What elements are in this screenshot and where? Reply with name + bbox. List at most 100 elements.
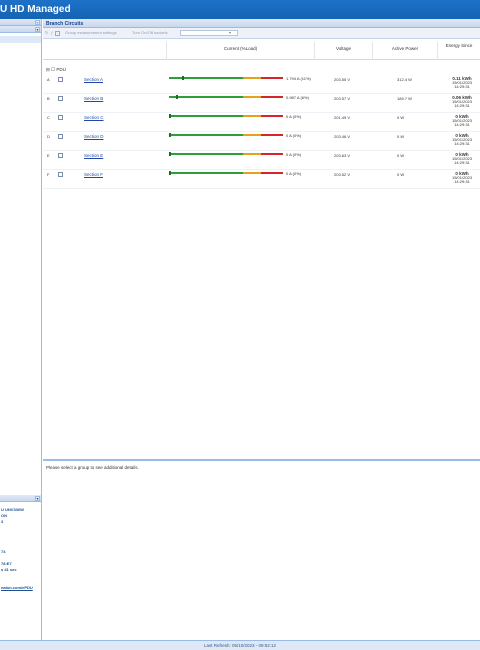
energy-cell: 0 kWh 15/01/2023 14:29:31 [447,152,477,165]
voltage-value: 203.55 V [334,77,351,82]
group-label: PDU [56,67,66,72]
col-voltage[interactable]: Voltage [314,42,372,60]
info-mac: 78:E7 [1,561,12,566]
load-marker [176,95,178,99]
load-bar [169,114,283,118]
group-row-pdu[interactable]: ⊟ ☐ PDU [46,67,66,73]
collapse-icon[interactable]: « [35,20,40,25]
col-active-power[interactable]: Active Power [372,42,437,60]
info-model: U UNV336W [1,507,24,512]
energy-time: 14:29:31 [454,122,470,127]
turn-on-off-sockets-button[interactable]: Turn On/Off sockets [132,30,168,35]
load-marker [169,152,171,156]
load-marker [169,114,171,118]
load-bar [169,152,283,156]
load-bar-segment [243,134,261,136]
branch-circuits-grid: Current (%Load) Voltage Active Power Ene… [43,40,480,460]
details-message: Please select a group to see additional … [46,465,139,470]
col-energy-since[interactable]: Energy Since [437,42,480,60]
power-value: 0 W [397,115,405,120]
row-checkbox[interactable] [58,172,63,177]
voltage-value: 201.49 V [334,115,351,120]
load-bar-segment [261,134,283,136]
row-index: A [47,77,50,82]
load-bar-segment [243,153,261,155]
row-index: F [47,172,50,177]
table-row[interactable]: D Section D 0 A (0%) 203.46 V 0 W 0 kWh 15/01/… [43,132,480,151]
row-checkbox[interactable] [58,77,63,82]
info-link[interactable]: eaton.com/ePDU [1,585,33,590]
energy-time: 14:29:31 [454,103,470,108]
select-all-checkbox[interactable] [55,31,60,36]
section-link[interactable]: Section F [84,172,103,177]
filter-icon[interactable]: ƒ [51,30,53,35]
row-checkbox[interactable] [58,134,63,139]
status-bar: Last Refresh: 05/10/2023 - 09:52:12 [0,640,480,650]
app-header: U HD Managed [0,0,480,19]
voltage-value: 203.63 V [334,153,351,158]
energy-time: 14:29:31 [454,84,470,89]
section-link[interactable]: Section D [84,134,104,139]
collapse-group-icon[interactable]: ⊟ ☐ [46,67,56,72]
device-tree[interactable] [0,33,41,513]
load-bar [169,95,283,99]
power-value: 312.4 W [397,77,412,82]
info-uptime: s 41 sec [1,567,17,572]
last-refresh-text: Last Refresh: 05/10/2023 - 09:52:12 [203,643,277,648]
group-measurement-settings-button[interactable]: Group measurement settings [65,30,117,35]
branch-circuits-panel: Branch Circuits ↻ ƒ Group measurement se… [43,19,480,640]
table-row[interactable]: B Section B 0.987 A (6%) 203.57 V 189.7 W 0.0… [43,94,480,113]
load-bar-segment [243,115,261,117]
refresh-icon[interactable]: ↻ [45,30,48,35]
row-index: C [47,115,50,120]
table-row[interactable]: A Section A 1.794 A (11%) 203.55 V 312.4 W 0.… [43,75,480,94]
voltage-value: 203.57 V [334,96,351,101]
row-index: B [47,96,50,101]
load-marker [169,133,171,137]
energy-cell: 0.06 kWh 15/01/2023 14:29:31 [447,95,477,108]
current-value: 0 A (0%) [286,114,302,119]
row-checkbox[interactable] [58,115,63,120]
table-row[interactable]: F Section F 0 A (0%) 203.52 V 0 W 0 kWh 15/01/… [43,170,480,189]
load-bar-segment [169,96,243,98]
load-bar-segment [243,172,261,174]
current-value: 0 A (0%) [286,152,302,157]
energy-cell: 0.11 kWh 15/01/2023 14:29:31 [447,76,477,89]
row-index: D [47,134,50,139]
load-bar [169,76,283,80]
load-bar-segment [261,153,283,155]
load-bar-segment [261,77,283,79]
row-checkbox[interactable] [58,96,63,101]
load-bar-segment [169,172,243,174]
section-link[interactable]: Section A [84,77,103,82]
chevron-down-icon[interactable]: ▾ [229,30,231,35]
load-bar-segment [169,153,243,155]
load-bar [169,171,283,175]
load-marker [169,171,171,175]
voltage-value: 203.52 V [334,172,351,177]
info-firmware: 74 [1,549,6,554]
device-info-panel: U UNV336W ON 3 74 78:E7 s 41 sec eaton.c… [0,503,41,649]
row-index: E [47,153,50,158]
power-value: 0 W [397,172,405,177]
energy-cell: 0 kWh 15/01/2023 14:29:31 [447,171,477,184]
panel-title: Branch Circuits [43,19,480,28]
tree-selected-item[interactable] [0,36,41,43]
voltage-value: 203.46 V [334,134,351,139]
section-link[interactable]: Section E [84,153,103,158]
load-bar-segment [169,115,243,117]
collapse-info-icon[interactable]: ▾ [35,496,40,501]
current-value: 0 A (0%) [286,133,302,138]
current-value: 0.987 A (6%) [286,95,309,100]
table-row[interactable]: C Section C 0 A (0%) 201.49 V 0 W 0 kWh 15/01/… [43,113,480,132]
info-state: ON [1,513,7,518]
app-title: U HD Managed [0,4,71,15]
row-checkbox[interactable] [58,153,63,158]
col-current[interactable]: Current (%Load) [166,42,314,60]
section-link[interactable]: Section B [84,96,103,101]
grid-toolbar: ↻ ƒ Group measurement settings Turn On/O… [43,28,480,39]
section-link[interactable]: Section C [84,115,104,120]
power-value: 189.7 W [397,96,412,101]
table-row[interactable]: E Section E 0 A (0%) 203.63 V 0 W 0 kWh 15/01/… [43,151,480,170]
chevron-down-icon[interactable]: ▾ [35,27,40,32]
